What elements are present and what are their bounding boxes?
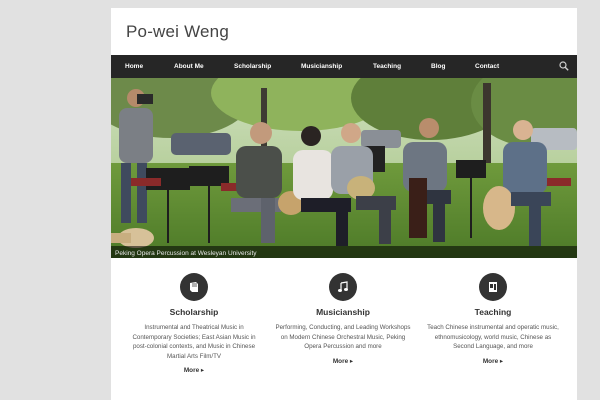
musicianship-icon-circle[interactable] xyxy=(329,273,357,301)
feature-description: Teach Chinese instrumental and operatic … xyxy=(427,324,559,351)
page-container: Po-wei Weng Home About Me Scholarship Mu… xyxy=(111,8,577,400)
main-nav: Home About Me Scholarship Musicianship T… xyxy=(111,55,577,78)
more-label[interactable]: More xyxy=(184,367,199,374)
site-title[interactable]: Po-wei Weng xyxy=(126,22,229,42)
caret-right-icon: ▸ xyxy=(349,357,354,365)
hero-caption: Peking Opera Percussion at Wesleyan Univ… xyxy=(115,250,257,257)
teaching-icon-circle[interactable] xyxy=(479,273,507,301)
teaching-icon xyxy=(489,282,497,292)
nav-item-home[interactable]: Home xyxy=(125,55,143,78)
feature-scholarship: Scholarship Instrumental and Theatrical … xyxy=(119,273,269,374)
search-icon[interactable] xyxy=(559,61,569,71)
nav-item-musicianship[interactable]: Musicianship xyxy=(301,55,342,78)
feature-title[interactable]: Teaching xyxy=(418,307,568,317)
scholarship-icon-circle[interactable] xyxy=(180,273,208,301)
feature-musicianship: Musicianship Performing, Conducting, and… xyxy=(268,273,418,365)
music-note-icon xyxy=(338,281,348,292)
feature-description: Performing, Conducting, and Leading Work… xyxy=(275,324,411,351)
nav-item-teaching[interactable]: Teaching xyxy=(373,55,401,78)
hero-caption-bar: Peking Opera Percussion at Wesleyan Univ… xyxy=(111,246,577,258)
feature-title[interactable]: Musicianship xyxy=(268,307,418,317)
more-label[interactable]: More xyxy=(483,358,498,365)
nav-item-about-me[interactable]: About Me xyxy=(174,55,204,78)
nav-item-blog[interactable]: Blog xyxy=(431,55,445,78)
hero-slider[interactable]: Peking Opera Percussion at Wesleyan Univ… xyxy=(111,78,577,258)
more-link-teaching[interactable]: More ▸ xyxy=(418,357,568,365)
feature-teaching: Teaching Teach Chinese instrumental and … xyxy=(418,273,568,365)
nav-item-contact[interactable]: Contact xyxy=(475,55,499,78)
more-link-musicianship[interactable]: More ▸ xyxy=(268,357,418,365)
more-link-scholarship[interactable]: More ▸ xyxy=(119,366,269,374)
feature-description: Instrumental and Theatrical Music in Con… xyxy=(132,324,256,360)
book-icon xyxy=(190,282,198,292)
feature-title[interactable]: Scholarship xyxy=(119,307,269,317)
caret-right-icon: ▸ xyxy=(499,357,504,365)
hero-image xyxy=(111,78,577,258)
caret-right-icon: ▸ xyxy=(200,367,205,375)
more-label[interactable]: More xyxy=(333,358,348,365)
nav-item-scholarship[interactable]: Scholarship xyxy=(234,55,271,78)
